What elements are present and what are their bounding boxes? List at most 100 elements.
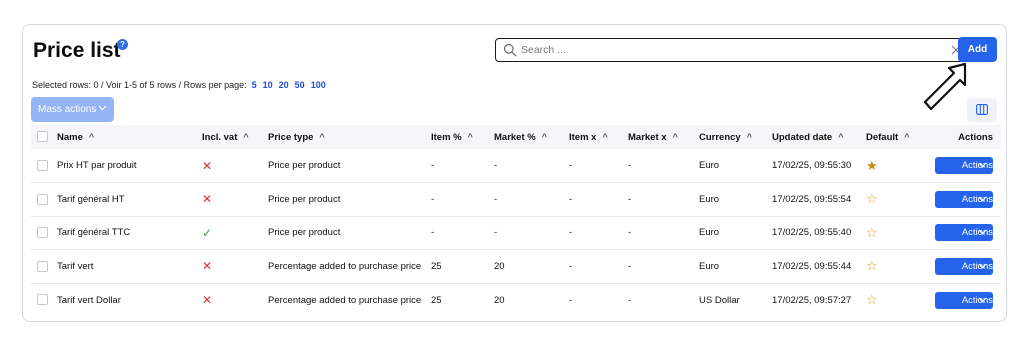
cross-icon: ✕ bbox=[202, 158, 213, 173]
cell-item-pct: - bbox=[431, 193, 435, 205]
cell-market-x: - bbox=[628, 260, 632, 272]
chevron-down-icon bbox=[978, 263, 987, 269]
page-size-20[interactable]: 20 bbox=[279, 80, 289, 90]
page-size-100[interactable]: 100 bbox=[311, 80, 326, 90]
page-size-50[interactable]: 50 bbox=[295, 80, 305, 90]
cell-default: ☆ bbox=[866, 216, 932, 250]
help-icon[interactable]: ? bbox=[117, 39, 128, 50]
cell-updated-date: 17/02/25, 09:57:27 bbox=[772, 294, 852, 306]
cell-currency: Euro bbox=[699, 227, 720, 239]
actions-button[interactable]: Actions bbox=[935, 291, 993, 309]
search-icon bbox=[503, 43, 517, 57]
row-checkbox[interactable] bbox=[37, 193, 48, 205]
add-button[interactable]: Add bbox=[958, 37, 997, 62]
table-row[interactable]: Tarif général HT ✕ Price per product - - - - Eu… bbox=[31, 183, 1001, 217]
cell-default: ★ bbox=[866, 149, 932, 183]
sort-icon[interactable]: ^ bbox=[319, 132, 324, 142]
table-row[interactable]: Tarif vert Dollar ✕ Percentage added to pu… bbox=[31, 283, 1001, 317]
sort-icon[interactable]: ^ bbox=[673, 132, 678, 142]
sort-icon[interactable]: ^ bbox=[602, 132, 607, 142]
cell-market-pct: - bbox=[494, 193, 498, 205]
cell-currency: US Dollar bbox=[699, 294, 740, 306]
cell-item-x: - bbox=[569, 260, 573, 272]
cell-updated-date: 17/02/25, 09:55:44 bbox=[772, 260, 852, 272]
star-icon[interactable]: ☆ bbox=[866, 258, 878, 273]
column-header-market-x[interactable]: Market x ^ bbox=[628, 125, 699, 149]
sort-icon[interactable]: ^ bbox=[542, 132, 547, 142]
sort-icon[interactable]: ^ bbox=[243, 132, 248, 142]
search-input[interactable] bbox=[521, 42, 921, 58]
sort-icon[interactable]: ^ bbox=[904, 132, 909, 142]
cell-updated-date: 17/02/25, 09:55:40 bbox=[772, 227, 852, 239]
table-row[interactable]: Prix HT par produit ✕ Price per product - - -… bbox=[31, 149, 1001, 183]
column-header-currency[interactable]: Currency ^ bbox=[699, 125, 772, 149]
column-header-price-type[interactable]: Price type ^ bbox=[268, 125, 431, 149]
column-header-incl-vat[interactable]: Incl. vat ^ bbox=[202, 125, 268, 149]
cell-item-x: - bbox=[569, 294, 573, 306]
cell-incl-vat: ✓ bbox=[202, 216, 268, 250]
star-icon[interactable]: ☆ bbox=[866, 292, 878, 307]
mass-actions-label: Mass actions bbox=[38, 104, 97, 115]
column-header-default[interactable]: Default ^ bbox=[866, 125, 932, 149]
cell-market-pct: - bbox=[494, 160, 498, 171]
row-checkbox[interactable] bbox=[37, 159, 48, 171]
cell-name: Tarif vert Dollar bbox=[57, 294, 121, 306]
column-header-item-pct[interactable]: Item % ^ bbox=[431, 125, 494, 149]
column-header-name[interactable]: Name ^ bbox=[57, 125, 202, 149]
star-icon[interactable]: ☆ bbox=[866, 191, 878, 206]
sort-icon[interactable]: ^ bbox=[838, 132, 843, 142]
cell-currency: Euro bbox=[699, 260, 720, 272]
selection-info: Selected rows: 0 / Voir 1-5 of 5 rows / … bbox=[32, 80, 332, 90]
actions-button[interactable]: Actions bbox=[935, 257, 993, 275]
sort-icon[interactable]: ^ bbox=[468, 132, 473, 142]
mass-actions-button[interactable]: Mass actions bbox=[31, 97, 114, 122]
actions-button[interactable]: Actions bbox=[935, 224, 993, 242]
table-row[interactable]: Tarif vert ✕ Percentage added to purchase … bbox=[31, 250, 1001, 284]
star-icon[interactable]: ★ bbox=[866, 158, 878, 173]
row-checkbox[interactable] bbox=[37, 227, 48, 239]
chevron-down-icon bbox=[978, 196, 987, 202]
cross-icon: ✕ bbox=[202, 259, 213, 274]
page-size-5[interactable]: 5 bbox=[252, 80, 257, 90]
cell-actions: Actions bbox=[932, 250, 1001, 284]
cell-updated-date: 17/02/25, 09:55:54 bbox=[772, 193, 852, 205]
cell-default: ☆ bbox=[866, 283, 932, 317]
column-header-item-x[interactable]: Item x ^ bbox=[569, 125, 628, 149]
table-body: Prix HT par produit ✕ Price per product - - -… bbox=[31, 149, 1001, 317]
actions-button[interactable]: Actions bbox=[935, 190, 993, 208]
column-header-market-pct[interactable]: Market % ^ bbox=[494, 125, 569, 149]
cross-icon: ✕ bbox=[202, 293, 213, 307]
cell-incl-vat: ✕ bbox=[202, 283, 268, 317]
cell-item-x: - bbox=[569, 227, 573, 239]
sort-icon[interactable]: ^ bbox=[89, 132, 94, 142]
row-checkbox[interactable] bbox=[37, 260, 48, 272]
select-all-checkbox[interactable] bbox=[37, 131, 48, 143]
cell-actions: Actions bbox=[932, 283, 1001, 317]
star-icon[interactable]: ☆ bbox=[866, 225, 878, 240]
page-size-10[interactable]: 10 bbox=[263, 80, 273, 90]
chevron-down-icon bbox=[978, 229, 987, 235]
row-checkbox[interactable] bbox=[37, 294, 48, 306]
cell-item-x: - bbox=[569, 160, 573, 171]
cell-incl-vat: ✕ bbox=[202, 149, 268, 183]
columns-button[interactable] bbox=[967, 98, 997, 122]
cell-name: Tarif général TTC bbox=[57, 227, 131, 239]
columns-icon bbox=[976, 104, 988, 115]
chevron-down-icon bbox=[98, 105, 107, 111]
cross-icon: ✕ bbox=[202, 192, 213, 207]
cell-incl-vat: ✕ bbox=[202, 183, 268, 217]
cell-item-pct: 25 bbox=[431, 260, 442, 272]
cell-name: Tarif général HT bbox=[57, 193, 125, 205]
sort-icon[interactable]: ^ bbox=[747, 132, 752, 142]
cell-price-type: Price per product bbox=[268, 227, 341, 239]
column-header-updated-date[interactable]: Updated date ^ bbox=[772, 125, 866, 149]
cell-price-type: Percentage added to purchase price bbox=[268, 294, 422, 306]
cell-price-type: Price per product bbox=[268, 193, 341, 205]
table-row[interactable]: Tarif général TTC ✓ Price per product - - - - E… bbox=[31, 216, 1001, 250]
cell-price-type: Price per product bbox=[268, 160, 341, 171]
chevron-down-icon bbox=[978, 297, 987, 303]
cell-market-x: - bbox=[628, 227, 632, 239]
actions-button[interactable]: Actions bbox=[935, 157, 993, 174]
check-icon: ✓ bbox=[202, 225, 213, 240]
price-list-table: Name ^ Incl. vat ^ Price type ^ Item % ^ Mar… bbox=[31, 125, 1001, 317]
